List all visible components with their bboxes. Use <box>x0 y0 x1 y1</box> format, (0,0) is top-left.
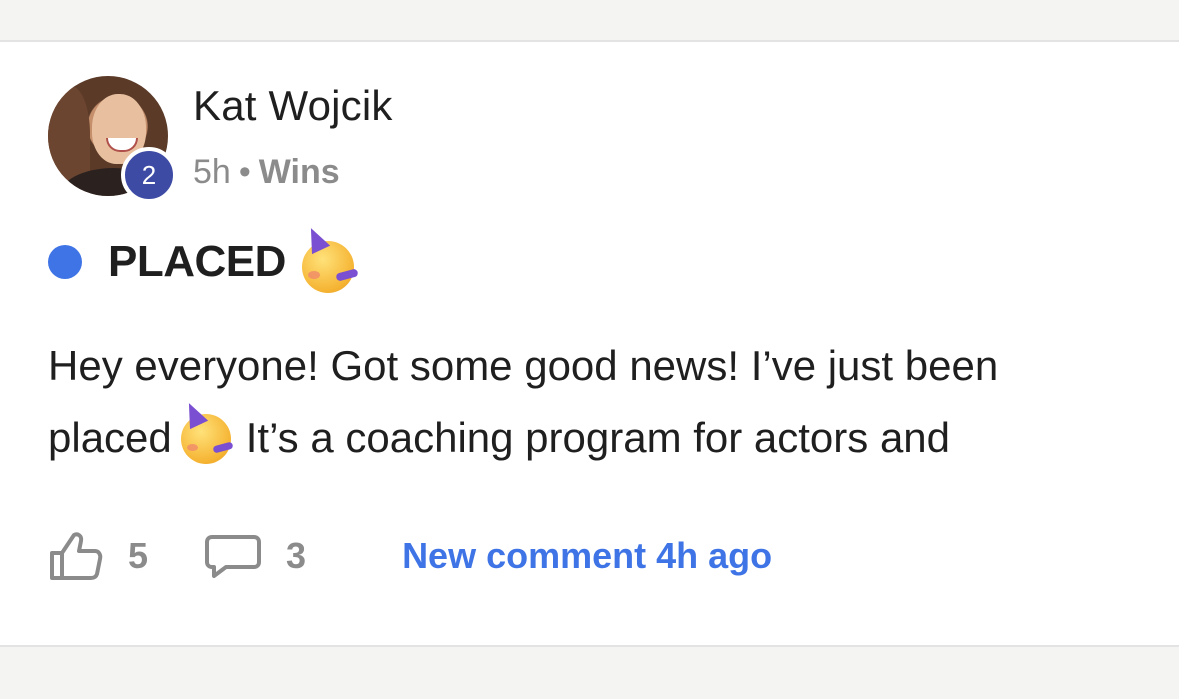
level-badge: 2 <box>121 147 177 203</box>
post-title[interactable]: PLACED <box>108 237 286 287</box>
like-button[interactable]: 5 <box>48 531 148 581</box>
post-time: 5h <box>193 153 231 191</box>
comment-count: 3 <box>286 535 307 576</box>
author-name[interactable]: Kat Wojcik <box>193 82 393 130</box>
post-body[interactable]: Hey everyone! Got some good news! I’ve j… <box>48 330 1138 474</box>
post-body-line-1: Hey everyone! Got some good news! I’ve j… <box>48 342 999 389</box>
post-body-text-segment: placed <box>48 414 172 461</box>
post-meta: 5h • Wins <box>193 153 340 192</box>
post-body-text-segment: It’s a coaching program for actors and <box>245 414 951 461</box>
post-title-row: PLACED <box>48 223 360 293</box>
post-card[interactable]: 2 Kat Wojcik 5h • Wins PLACED Hey everyone… <box>0 42 1179 645</box>
author-avatar-wrapper[interactable]: 2 <box>48 76 177 203</box>
post-category[interactable]: Wins <box>259 153 340 191</box>
bottom-divider-band <box>0 645 1179 699</box>
new-comment-link[interactable]: New comment 4h ago <box>402 535 772 577</box>
partying-face-icon <box>298 223 360 293</box>
status-dot-icon <box>48 245 82 279</box>
meta-separator: • <box>238 153 251 191</box>
like-count: 5 <box>128 535 149 576</box>
post-actions: 5 3 New comment 4h ago <box>48 524 772 588</box>
post-body-line-2: placed It’s a coaching program for actors… <box>48 398 1138 474</box>
thumbs-up-icon[interactable] <box>48 531 104 581</box>
comment-bubble-icon[interactable] <box>204 533 262 579</box>
top-divider-band <box>0 0 1179 42</box>
partying-face-icon <box>178 398 236 464</box>
comment-button[interactable]: 3 <box>204 533 306 579</box>
